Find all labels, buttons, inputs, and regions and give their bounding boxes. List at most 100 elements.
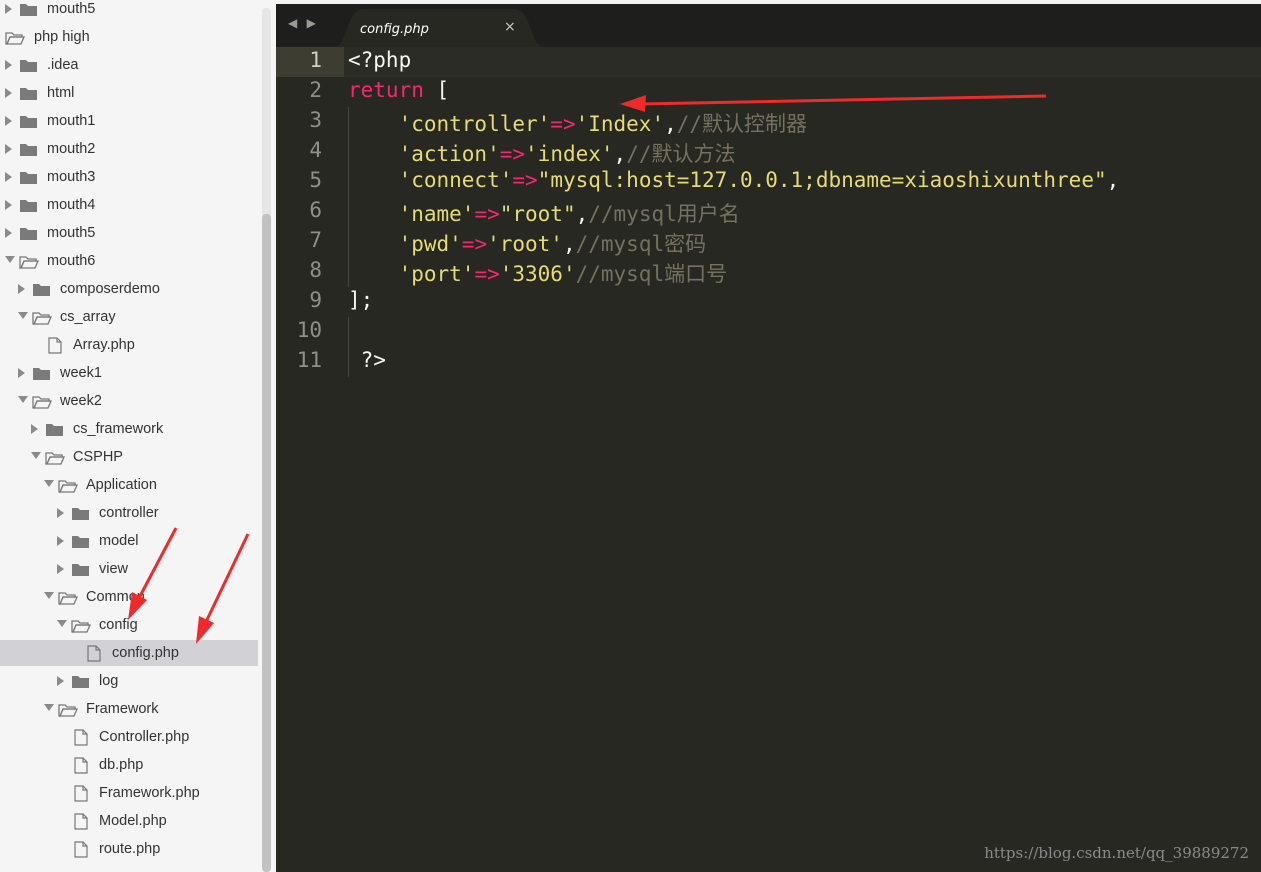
tree-folder-row[interactable]: CSPHP bbox=[0, 444, 258, 470]
folder-open-icon bbox=[32, 309, 52, 325]
chevron-down-icon[interactable] bbox=[44, 584, 54, 610]
tree-folder-row[interactable]: mouth5 bbox=[0, 0, 258, 22]
tree-folder-row[interactable]: week2 bbox=[0, 388, 258, 414]
chevron-right-icon[interactable] bbox=[57, 500, 67, 526]
tree-folder-row[interactable]: log bbox=[0, 668, 258, 694]
code-token: //mysql密码 bbox=[575, 232, 707, 256]
tree-file-row[interactable]: Framework.php bbox=[0, 780, 258, 806]
chevron-down-icon[interactable] bbox=[57, 612, 67, 638]
folder-icon bbox=[71, 673, 91, 689]
code-line[interactable]: 'action'=>'index',//默认方法 bbox=[348, 138, 736, 168]
chevron-right-icon[interactable] bbox=[5, 220, 15, 246]
chevron-right-icon[interactable] bbox=[5, 52, 15, 78]
folder-icon bbox=[19, 141, 39, 157]
tree-file-row[interactable]: Model.php bbox=[0, 808, 258, 834]
tree-file-row[interactable]: db.php bbox=[0, 752, 258, 778]
tree-folder-row[interactable]: composerdemo bbox=[0, 276, 258, 302]
watermark: https://blog.csdn.net/qq_39889272 bbox=[984, 844, 1249, 862]
tree-folder-row[interactable]: Framework bbox=[0, 696, 258, 722]
line-number: 2 bbox=[309, 78, 322, 102]
tree-folder-row[interactable]: config bbox=[0, 612, 258, 638]
tab-close-icon[interactable]: × bbox=[504, 19, 516, 35]
folder-icon bbox=[19, 225, 39, 241]
tree-item-label: week1 bbox=[60, 365, 102, 381]
line-number: 10 bbox=[296, 318, 322, 342]
tree-folder-row[interactable]: html bbox=[0, 80, 258, 106]
chevron-right-icon[interactable] bbox=[18, 360, 28, 386]
code-line[interactable]: 'name'=>"root",//mysql用户名 bbox=[348, 198, 740, 228]
code-line[interactable]: <?php bbox=[348, 48, 411, 72]
folder-open-icon bbox=[58, 589, 78, 605]
chevron-right-icon[interactable] bbox=[5, 80, 15, 106]
code-line[interactable]: 'controller'=>'Index',//默认控制器 bbox=[348, 108, 807, 138]
chevron-right-icon[interactable] bbox=[18, 276, 28, 302]
tree-folder-row[interactable]: model bbox=[0, 528, 258, 554]
code-token: "root" bbox=[499, 202, 576, 226]
chevron-right-icon[interactable] bbox=[5, 108, 15, 134]
code-line[interactable]: 'pwd'=>'root',//mysql密码 bbox=[348, 228, 707, 258]
chevron-down-icon[interactable] bbox=[44, 696, 54, 722]
chevron-right-icon[interactable] bbox=[31, 416, 41, 442]
tree-folder-row[interactable]: mouth3 bbox=[0, 164, 258, 190]
folder-icon bbox=[71, 533, 91, 549]
chevron-down-icon[interactable] bbox=[44, 472, 54, 498]
tree-file-row[interactable]: Array.php bbox=[0, 332, 258, 358]
tree-item-label: week2 bbox=[60, 393, 102, 409]
code-token: [ bbox=[423, 78, 450, 102]
chevron-right-icon[interactable] bbox=[5, 164, 15, 190]
tree-folder-row[interactable]: controller bbox=[0, 500, 258, 526]
line-number: 1 bbox=[309, 48, 322, 72]
tree-folder-row[interactable]: mouth1 bbox=[0, 108, 258, 134]
code-line[interactable]: ?> bbox=[348, 348, 386, 372]
code-line[interactable]: return [ bbox=[348, 78, 449, 102]
tree-folder-row[interactable]: cs_array bbox=[0, 304, 258, 330]
tree-item-label: composerdemo bbox=[60, 281, 160, 297]
tree-file-row[interactable]: route.php bbox=[0, 836, 258, 862]
tree-file-row[interactable]: Controller.php bbox=[0, 724, 258, 750]
chevron-down-icon[interactable] bbox=[5, 248, 15, 274]
tree-folder-row[interactable]: Common bbox=[0, 584, 258, 610]
chevron-right-icon[interactable] bbox=[57, 668, 67, 694]
code-editor[interactable]: ◀ ▶ config.php × 1 <?php 2 return [3 'contr… bbox=[276, 0, 1261, 872]
file-icon bbox=[73, 729, 93, 746]
chevron-right-icon[interactable] bbox=[5, 136, 15, 162]
tab-nav-arrows-icon[interactable]: ◀ ▶ bbox=[288, 16, 319, 30]
tree-folder-row[interactable]: mouth5 bbox=[0, 220, 258, 246]
tree-item-label: db.php bbox=[99, 757, 144, 773]
tree-item-label: mouth2 bbox=[47, 141, 96, 157]
tree-folder-row[interactable]: .idea bbox=[0, 52, 258, 78]
code-line[interactable]: 'port'=>'3306'//mysql端口号 bbox=[348, 258, 728, 288]
chevron-down-icon[interactable] bbox=[18, 304, 28, 330]
line-number: 9 bbox=[309, 288, 322, 312]
tree-item-label: Model.php bbox=[99, 813, 167, 829]
chevron-right-icon[interactable] bbox=[57, 556, 67, 582]
tree-item-label: controller bbox=[99, 505, 159, 521]
chevron-right-icon[interactable] bbox=[5, 0, 15, 22]
tree-item-label: cs_framework bbox=[73, 421, 164, 437]
tree-file-row[interactable]: config.php bbox=[0, 640, 258, 666]
chevron-down-icon[interactable] bbox=[18, 388, 28, 414]
chevron-right-icon[interactable] bbox=[5, 192, 15, 218]
sidebar-scrollbar-thumb[interactable] bbox=[262, 214, 271, 872]
tree-folder-row[interactable]: mouth4 bbox=[0, 192, 258, 218]
code-token: 'port' bbox=[398, 262, 475, 286]
code-token: , bbox=[613, 142, 627, 166]
chevron-right-icon[interactable] bbox=[57, 528, 67, 554]
tree-folder-row[interactable]: mouth6 bbox=[0, 248, 258, 274]
code-line[interactable]: 'connect'=>"mysql:host=127.0.0.1;dbname=… bbox=[348, 168, 1120, 192]
tree-folder-row[interactable]: mouth2 bbox=[0, 136, 258, 162]
tree-folder-row[interactable]: view bbox=[0, 556, 258, 582]
code-token: , bbox=[575, 202, 589, 226]
chevron-down-icon[interactable] bbox=[31, 444, 41, 470]
tree-item-label: mouth1 bbox=[47, 113, 96, 129]
tree-folder-row[interactable]: php high bbox=[0, 24, 258, 50]
file-tree-sidebar: mouth5 php high .idea html mouth1 mouth2 mouth… bbox=[0, 0, 276, 872]
code-token: 'controller' bbox=[398, 112, 551, 136]
tree-folder-row[interactable]: Application bbox=[0, 472, 258, 498]
tree-folder-row[interactable]: week1 bbox=[0, 360, 258, 386]
code-token: "mysql:host=127.0.0.1;dbname=xiaoshixunt… bbox=[537, 168, 1107, 192]
tree-folder-row[interactable]: cs_framework bbox=[0, 416, 258, 442]
code-line[interactable]: ]; bbox=[348, 288, 373, 312]
